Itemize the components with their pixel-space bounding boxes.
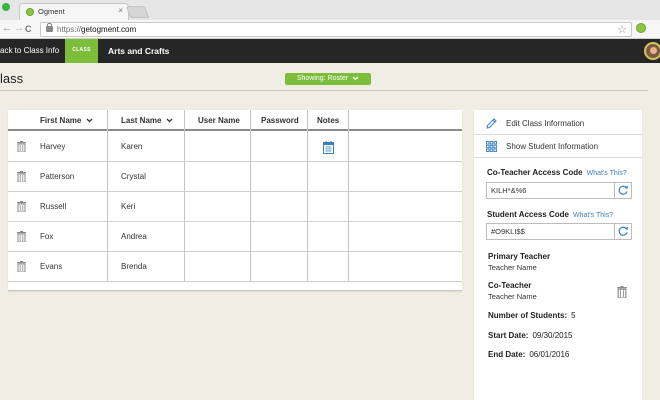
edit-class-information-link[interactable]: Edit Class Information [474, 112, 642, 135]
first-name-cell: Patterson [40, 172, 75, 181]
ogment-favicon-icon [26, 8, 34, 16]
tab-title: Ogment [38, 7, 65, 16]
last-name-cell: Keri [121, 202, 136, 211]
browser-tab[interactable]: Ogment × [19, 3, 129, 20]
first-name-cell: Evans [40, 262, 63, 271]
coteacher-code-field[interactable]: KILH*&%6 [486, 182, 632, 199]
bookmark-star-icon[interactable]: ☆ [617, 23, 627, 36]
trash-icon[interactable] [17, 231, 26, 242]
window-zoom-button[interactable] [2, 3, 10, 11]
refresh-icon[interactable] [614, 183, 631, 198]
end-date: End Date: 06/01/2016 [488, 350, 570, 359]
sort-chevron-icon [86, 118, 93, 123]
last-name-cell: Andrea [121, 232, 147, 241]
th-notes: Notes [317, 116, 340, 125]
chevron-down-icon [352, 76, 359, 81]
address-bar[interactable]: https://getogment.com ☆ [40, 22, 632, 37]
app-navbar: ack to Class Info CLASS Arts and Crafts [0, 39, 660, 63]
reload-icon[interactable]: C [25, 23, 32, 35]
th-first-name[interactable]: First Name [40, 110, 93, 131]
class-info-panel: Edit Class Information Show Student Info… [474, 110, 642, 400]
table-row: Evans Brenda [8, 252, 462, 282]
table-row: Russell Keri [8, 192, 462, 222]
user-avatar[interactable] [644, 42, 660, 60]
coteacher-name: Teacher Name [488, 292, 537, 301]
page-title: lass [0, 71, 24, 86]
browser-tabstrip: Ogment × [0, 0, 660, 20]
table-row: Harvey Karen [8, 132, 462, 162]
last-name-cell: Brenda [121, 262, 147, 271]
number-of-students: Number of Students: 5 [488, 311, 576, 320]
refresh-icon[interactable] [614, 224, 631, 239]
primary-teacher-name: Teacher Name [488, 263, 537, 272]
sort-chevron-icon [166, 118, 173, 123]
table-header: First Name Last Name User Name Password … [8, 110, 462, 131]
new-tab-button[interactable] [125, 6, 150, 18]
whats-this-link[interactable]: What's This? [587, 170, 627, 177]
student-code-field[interactable]: #O9KLI$$ [486, 223, 632, 240]
forward-arrow-icon[interactable]: → [14, 23, 24, 35]
back-arrow-icon[interactable]: ← [2, 23, 12, 35]
table-row: Fox Andrea [8, 222, 462, 252]
coteacher-code-label: Co-Teacher Access Code What's This? [487, 168, 627, 177]
trash-icon[interactable] [17, 261, 26, 272]
first-name-cell: Harvey [40, 142, 66, 151]
trash-icon[interactable] [617, 286, 627, 298]
showing-dropdown[interactable]: Showing: Roster [285, 73, 371, 85]
roster-table: First Name Last Name User Name Password … [8, 110, 462, 291]
start-date: Start Date: 09/30/2015 [488, 331, 573, 340]
tab-close-icon[interactable]: × [118, 6, 123, 15]
student-code-label: Student Access Code What's This? [487, 210, 614, 219]
th-user-name: User Name [198, 116, 240, 125]
th-last-name[interactable]: Last Name [121, 110, 173, 131]
ogment-extension-icon[interactable] [636, 23, 646, 33]
first-name-cell: Russell [40, 202, 67, 211]
showing-label: Showing: Roster [296, 75, 349, 82]
trash-icon[interactable] [17, 171, 26, 182]
th-password: Password [261, 116, 299, 125]
coteacher-label: Co-Teacher [488, 281, 532, 290]
primary-teacher-label: Primary Teacher [488, 252, 551, 261]
url-text: https://getogment.com [57, 25, 137, 34]
whats-this-link[interactable]: What's This? [573, 212, 613, 219]
notes-icon[interactable] [323, 141, 334, 154]
class-name: Arts and Crafts [108, 46, 170, 56]
lock-icon [46, 23, 53, 32]
back-to-class-info-link[interactable]: ack to Class Info [0, 39, 59, 63]
last-name-cell: Karen [121, 142, 143, 151]
first-name-cell: Fox [40, 232, 54, 241]
pencil-icon [486, 118, 497, 129]
table-row: Patterson Crystal [8, 162, 462, 192]
trash-icon[interactable] [17, 201, 26, 212]
class-badge[interactable]: CLASS [65, 39, 98, 63]
header-divider [0, 90, 648, 91]
last-name-cell: Crystal [121, 172, 146, 181]
browser-toolbar: ← → C https://getogment.com ☆ [0, 20, 660, 39]
show-student-information-link[interactable]: Show Student Information [474, 135, 642, 158]
trash-icon[interactable] [17, 141, 26, 152]
grid-icon [486, 141, 497, 152]
